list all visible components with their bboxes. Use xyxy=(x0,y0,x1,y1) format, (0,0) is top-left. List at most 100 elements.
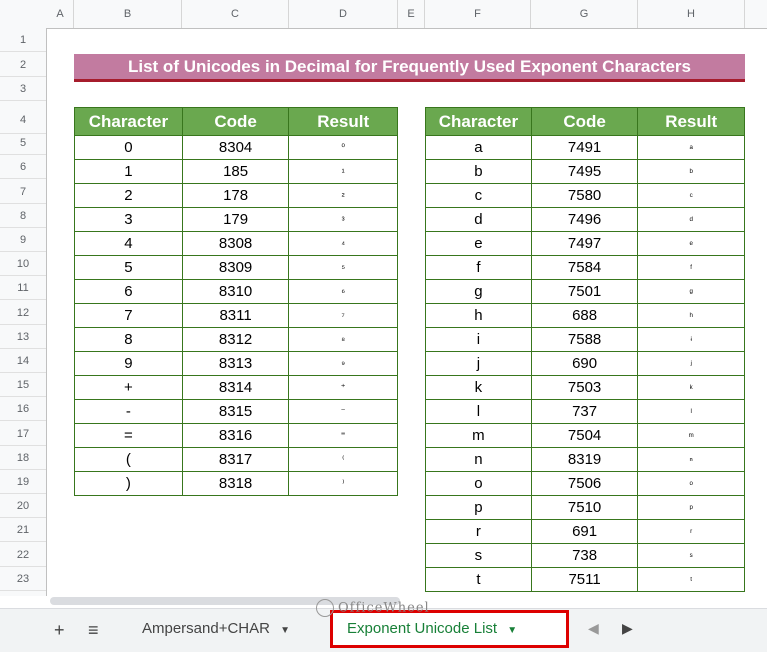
code-cell[interactable]: 179 xyxy=(181,207,290,232)
result-cell[interactable]: ⁽ xyxy=(288,447,398,472)
character-cell[interactable]: j xyxy=(425,351,532,376)
code-cell[interactable]: 8312 xyxy=(181,327,290,352)
column-header-g[interactable]: G xyxy=(531,0,638,28)
character-cell[interactable]: c xyxy=(425,183,532,208)
header-result[interactable]: Result xyxy=(288,107,398,136)
character-cell[interactable]: 4 xyxy=(74,231,183,256)
result-cell[interactable]: ʲ xyxy=(637,351,745,376)
code-cell[interactable]: 8316 xyxy=(181,423,290,448)
result-cell[interactable]: ⁹ xyxy=(288,351,398,376)
row-header-15[interactable]: 15 xyxy=(0,373,46,398)
row-header-21[interactable]: 21 xyxy=(0,518,46,543)
code-cell[interactable]: 7495 xyxy=(530,159,639,184)
row-header-9[interactable]: 9 xyxy=(0,228,46,252)
character-cell[interactable]: k xyxy=(425,375,532,400)
column-header-b[interactable]: B xyxy=(74,0,182,28)
add-sheet-icon[interactable]: + xyxy=(54,620,65,641)
code-cell[interactable]: 8318 xyxy=(181,471,290,496)
character-cell[interactable]: = xyxy=(74,423,183,448)
result-cell[interactable]: ⁼ xyxy=(288,423,398,448)
row-header-2[interactable]: 2 xyxy=(0,53,46,77)
code-cell[interactable]: 8319 xyxy=(530,447,639,472)
row-header-19[interactable]: 19 xyxy=(0,470,46,494)
all-sheets-menu-icon[interactable]: ≡ xyxy=(88,620,99,641)
row-header-13[interactable]: 13 xyxy=(0,325,46,349)
character-cell[interactable]: l xyxy=(425,399,532,424)
column-header-e[interactable]: E xyxy=(398,0,425,28)
code-cell[interactable]: 185 xyxy=(181,159,290,184)
scroll-tabs-left-icon[interactable]: ◀ xyxy=(588,620,599,637)
column-header-c[interactable]: C xyxy=(182,0,289,28)
result-cell[interactable]: ˡ xyxy=(637,399,745,424)
scroll-tabs-right-icon[interactable]: ▶ xyxy=(622,620,633,637)
tab-ampersand-char[interactable]: Ampersand+CHAR ▼ xyxy=(128,610,304,648)
result-cell[interactable]: ʰ xyxy=(637,303,745,328)
code-cell[interactable]: 8315 xyxy=(181,399,290,424)
character-cell[interactable]: n xyxy=(425,447,532,472)
character-cell[interactable]: 6 xyxy=(74,279,183,304)
result-cell[interactable]: ᵖ xyxy=(637,495,745,520)
code-cell[interactable]: 8308 xyxy=(181,231,290,256)
result-cell[interactable]: ᵈ xyxy=(637,207,745,232)
header-code[interactable]: Code xyxy=(181,107,290,136)
chevron-down-icon[interactable]: ▼ xyxy=(507,625,517,636)
code-cell[interactable]: 7580 xyxy=(530,183,639,208)
code-cell[interactable]: 8304 xyxy=(181,135,290,160)
character-cell[interactable]: 2 xyxy=(74,183,183,208)
result-cell[interactable]: ⁾ xyxy=(288,471,398,496)
row-header-5[interactable]: 5 xyxy=(0,131,46,156)
character-cell[interactable]: b xyxy=(425,159,532,184)
code-cell[interactable]: 7588 xyxy=(530,327,639,352)
row-header-20[interactable]: 20 xyxy=(0,494,46,519)
code-cell[interactable]: 738 xyxy=(530,543,639,568)
character-cell[interactable]: d xyxy=(425,207,532,232)
code-cell[interactable]: 691 xyxy=(530,519,639,544)
row-header-17[interactable]: 17 xyxy=(0,422,46,446)
character-cell[interactable]: o xyxy=(425,471,532,496)
character-cell[interactable]: e xyxy=(425,231,532,256)
character-cell[interactable]: 8 xyxy=(74,327,183,352)
result-cell[interactable]: ᵗ xyxy=(637,567,745,592)
character-cell[interactable]: a xyxy=(425,135,532,160)
character-cell[interactable]: ( xyxy=(74,447,183,472)
row-header-1[interactable]: 1 xyxy=(0,28,46,52)
character-cell[interactable]: i xyxy=(425,327,532,352)
row-header-11[interactable]: 11 xyxy=(0,276,46,301)
code-cell[interactable]: 690 xyxy=(530,351,639,376)
chevron-down-icon[interactable]: ▼ xyxy=(280,625,290,636)
code-cell[interactable]: 178 xyxy=(181,183,290,208)
result-cell[interactable]: ⁷ xyxy=(288,303,398,328)
result-cell[interactable]: ˢ xyxy=(637,543,745,568)
result-cell[interactable]: ᵉ xyxy=(637,231,745,256)
code-cell[interactable]: 8311 xyxy=(181,303,290,328)
result-cell[interactable]: ³ xyxy=(288,207,398,232)
row-header-23[interactable]: 23 xyxy=(0,567,46,591)
result-cell[interactable]: ᶜ xyxy=(637,183,745,208)
header-character[interactable]: Character xyxy=(425,107,532,136)
character-cell[interactable]: s xyxy=(425,543,532,568)
result-cell[interactable]: ᶤ xyxy=(637,327,745,352)
code-cell[interactable]: 7491 xyxy=(530,135,639,160)
result-cell[interactable]: ᵃ xyxy=(637,135,745,160)
character-cell[interactable]: 0 xyxy=(74,135,183,160)
code-cell[interactable]: 7501 xyxy=(530,279,639,304)
character-cell[interactable]: 3 xyxy=(74,207,183,232)
result-cell[interactable]: ² xyxy=(288,183,398,208)
column-header-d[interactable]: D xyxy=(289,0,398,28)
result-cell[interactable]: ᵏ xyxy=(637,375,745,400)
result-cell[interactable]: ʳ xyxy=(637,519,745,544)
character-cell[interactable]: m xyxy=(425,423,532,448)
row-header-16[interactable]: 16 xyxy=(0,397,46,422)
code-cell[interactable]: 7510 xyxy=(530,495,639,520)
character-cell[interactable]: g xyxy=(425,279,532,304)
row-header-3[interactable]: 3 xyxy=(0,77,46,101)
row-header-4[interactable]: 4 xyxy=(0,107,46,134)
character-cell[interactable]: t xyxy=(425,567,532,592)
result-cell[interactable]: ⁻ xyxy=(288,399,398,424)
result-cell[interactable]: ᵇ xyxy=(637,159,745,184)
code-cell[interactable]: 8310 xyxy=(181,279,290,304)
row-header-18[interactable]: 18 xyxy=(0,446,46,470)
result-cell[interactable]: ⁵ xyxy=(288,255,398,280)
row-header-14[interactable]: 14 xyxy=(0,349,46,373)
header-result[interactable]: Result xyxy=(637,107,745,136)
